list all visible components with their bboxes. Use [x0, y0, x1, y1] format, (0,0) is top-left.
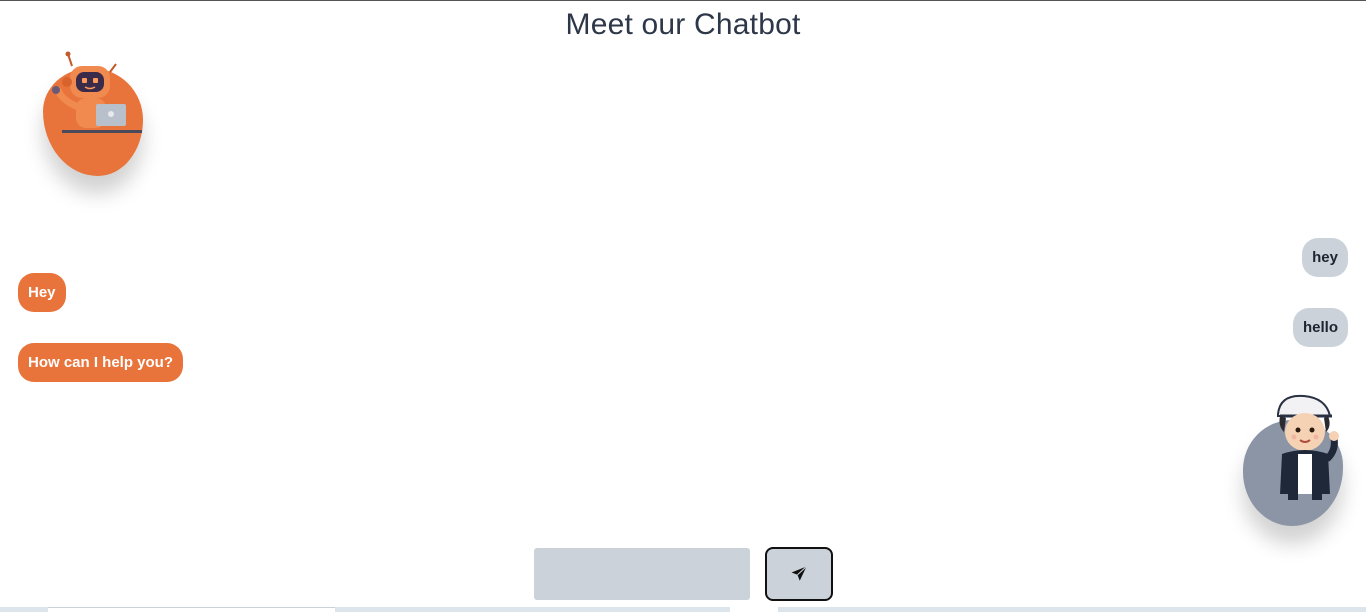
bot-avatar — [40, 50, 146, 180]
boy-avatar-icon — [1277, 394, 1339, 500]
bottom-bar-segment — [48, 607, 335, 612]
bottom-bar — [0, 607, 1366, 612]
message-input[interactable] — [534, 548, 750, 600]
bot-message: Hey — [18, 273, 66, 312]
user-message: hello — [1292, 308, 1348, 347]
user-avatar — [1240, 392, 1346, 532]
bottom-bar-segment — [730, 607, 778, 612]
send-icon — [791, 566, 807, 581]
robot-icon — [52, 51, 142, 133]
top-border — [0, 0, 1366, 1]
send-button[interactable] — [765, 547, 833, 601]
page-title: Meet our Chatbot — [565, 8, 801, 41]
user-message: hey — [1302, 238, 1348, 277]
bot-message: How can I help you? — [18, 343, 184, 382]
